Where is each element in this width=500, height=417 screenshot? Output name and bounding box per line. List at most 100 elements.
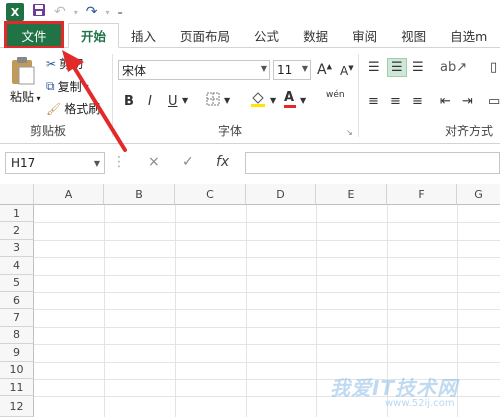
chevron-down-icon[interactable]: ▼ bbox=[182, 96, 188, 105]
row-header[interactable]: 10 bbox=[0, 361, 34, 379]
quick-access-toolbar: X ↶ ▾ ↷ ▾ ₌ bbox=[0, 0, 500, 24]
undo-icon[interactable]: ↶ bbox=[54, 4, 66, 20]
row-header[interactable]: 5 bbox=[0, 274, 34, 292]
tab-custom[interactable]: 自选m bbox=[438, 23, 499, 47]
select-all-corner[interactable] bbox=[0, 184, 34, 205]
paintbrush-icon: 🖌 bbox=[46, 101, 62, 116]
font-name-field[interactable]: 宋体 ▼ bbox=[118, 60, 270, 80]
format-painter-button[interactable]: 🖌 格式刷 bbox=[46, 100, 100, 117]
font-name-value: 宋体 bbox=[122, 63, 147, 78]
column-header[interactable]: E bbox=[316, 184, 387, 205]
watermark-url: www.52ij.com bbox=[385, 398, 455, 409]
save-icon[interactable] bbox=[32, 3, 46, 21]
column-header[interactable]: F bbox=[387, 184, 457, 205]
paste-button[interactable]: 粘贴 ▾ bbox=[10, 88, 41, 105]
undo-dropdown-icon[interactable]: ▾ bbox=[74, 8, 78, 17]
align-center-icon[interactable]: ≡ bbox=[390, 94, 401, 109]
clipboard-group-label: 剪贴板 bbox=[30, 124, 67, 138]
format-painter-label: 格式刷 bbox=[64, 102, 101, 116]
align-right-icon[interactable]: ≡ bbox=[412, 94, 423, 109]
name-box[interactable]: H17 ▼ bbox=[5, 152, 105, 174]
chevron-down-icon[interactable]: ▼ bbox=[270, 96, 276, 105]
copy-label: 复制 bbox=[57, 80, 82, 94]
ribbon: 粘贴 ▾ ✂ 剪切 ⧉ 复制 ▾ 🖌 格式刷 剪贴板 宋体 ▼ 11 ▼ A▲ … bbox=[0, 48, 500, 144]
chevron-down-icon: ▼ bbox=[301, 64, 308, 73]
formula-input[interactable] bbox=[245, 152, 500, 174]
decrease-indent-icon[interactable]: ⇤ bbox=[440, 94, 451, 109]
column-header[interactable]: D bbox=[246, 184, 316, 205]
fill-color-icon[interactable] bbox=[250, 90, 266, 112]
excel-icon: X bbox=[6, 3, 24, 21]
chevron-down-icon[interactable]: ▼ bbox=[300, 96, 306, 105]
row-header[interactable]: 3 bbox=[0, 239, 34, 258]
row-header[interactable]: 2 bbox=[0, 222, 34, 240]
orientation-icon[interactable]: ab↗ bbox=[440, 60, 467, 75]
grid-line bbox=[246, 205, 247, 417]
alignment-group-label: 对齐方式 bbox=[445, 124, 494, 138]
grid-line bbox=[175, 205, 176, 417]
increase-indent-icon[interactable]: ⇥ bbox=[462, 94, 473, 109]
chevron-down-icon: ▼ bbox=[260, 64, 267, 73]
tab-file[interactable]: 文件 bbox=[4, 21, 64, 49]
row-header[interactable]: 8 bbox=[0, 326, 34, 345]
row-header[interactable]: 9 bbox=[0, 344, 34, 362]
tab-page-layout[interactable]: 页面布局 bbox=[168, 23, 242, 47]
align-bottom-icon[interactable]: ☰ bbox=[412, 60, 424, 75]
font-size-field[interactable]: 11 ▼ bbox=[273, 60, 311, 80]
chevron-down-icon[interactable]: ▼ bbox=[224, 96, 230, 105]
shrink-font-button[interactable]: A▼ bbox=[340, 64, 354, 78]
insert-function-button[interactable]: fx bbox=[216, 154, 229, 170]
wrap-text-icon[interactable]: ▯ bbox=[490, 60, 497, 75]
redo-dropdown-icon[interactable]: ▾ bbox=[105, 8, 109, 17]
cut-label: 剪切 bbox=[59, 57, 84, 71]
phonetic-button[interactable]: wén bbox=[326, 90, 345, 100]
align-middle-icon[interactable]: ☰ bbox=[387, 58, 407, 77]
chevron-down-icon: ▼ bbox=[93, 159, 100, 168]
tab-view[interactable]: 视图 bbox=[389, 23, 438, 47]
column-header[interactable]: A bbox=[34, 184, 104, 205]
row-header[interactable]: 4 bbox=[0, 257, 34, 275]
grid-line bbox=[104, 205, 105, 417]
tab-home[interactable]: 开始 bbox=[68, 23, 120, 48]
enter-icon[interactable]: ✓ bbox=[182, 154, 194, 170]
merge-icon[interactable]: ▭ bbox=[488, 94, 500, 109]
cancel-icon[interactable]: × bbox=[148, 154, 160, 170]
row-header[interactable]: 1 bbox=[0, 205, 34, 223]
paste-label: 粘贴 bbox=[10, 90, 35, 104]
align-top-icon[interactable]: ☰ bbox=[368, 60, 380, 75]
align-left-icon[interactable]: ≡ bbox=[368, 94, 379, 109]
grid-line bbox=[316, 205, 317, 417]
row-header[interactable]: 11 bbox=[0, 379, 34, 397]
row-header[interactable]: 12 bbox=[0, 396, 34, 417]
font-group-label: 字体 bbox=[218, 124, 243, 138]
ribbon-tabs: 文件 开始 插入 页面布局 公式 数据 审阅 视图 自选m bbox=[0, 21, 500, 49]
bold-button[interactable]: B bbox=[124, 94, 134, 109]
copy-icon: ⧉ bbox=[46, 79, 55, 93]
watermark: 我爱IT技术网 bbox=[330, 376, 459, 400]
italic-button[interactable]: I bbox=[148, 94, 152, 109]
row-header[interactable]: 6 bbox=[0, 292, 34, 310]
tab-data[interactable]: 数据 bbox=[291, 23, 340, 47]
customize-icon[interactable]: ₌ bbox=[118, 7, 123, 18]
tab-insert[interactable]: 插入 bbox=[119, 23, 168, 47]
scissors-icon: ✂ bbox=[46, 56, 57, 71]
formula-bar: H17 ▼ ⋮ × ✓ fx bbox=[0, 150, 500, 178]
font-color-icon[interactable]: A bbox=[284, 90, 296, 108]
row-header[interactable]: 7 bbox=[0, 309, 34, 327]
column-header[interactable]: C bbox=[175, 184, 246, 205]
cut-button[interactable]: ✂ 剪切 bbox=[46, 55, 83, 72]
dialog-launcher-icon[interactable]: ↘ bbox=[346, 128, 353, 137]
tab-formulas[interactable]: 公式 bbox=[242, 23, 291, 47]
column-header[interactable]: G bbox=[457, 184, 500, 205]
underline-button[interactable]: U bbox=[168, 94, 178, 109]
redo-icon[interactable]: ↷ bbox=[86, 4, 98, 20]
name-box-value: H17 bbox=[11, 156, 36, 170]
more-icon: ⋮ bbox=[112, 154, 126, 170]
font-size-value: 11 bbox=[277, 63, 293, 77]
grow-font-button[interactable]: A▲ bbox=[317, 62, 332, 78]
tab-review[interactable]: 审阅 bbox=[340, 23, 389, 47]
border-icon[interactable] bbox=[206, 92, 220, 110]
copy-button[interactable]: ⧉ 复制 ▾ bbox=[46, 78, 89, 95]
column-header[interactable]: B bbox=[104, 184, 175, 205]
paste-icon[interactable] bbox=[10, 56, 36, 86]
